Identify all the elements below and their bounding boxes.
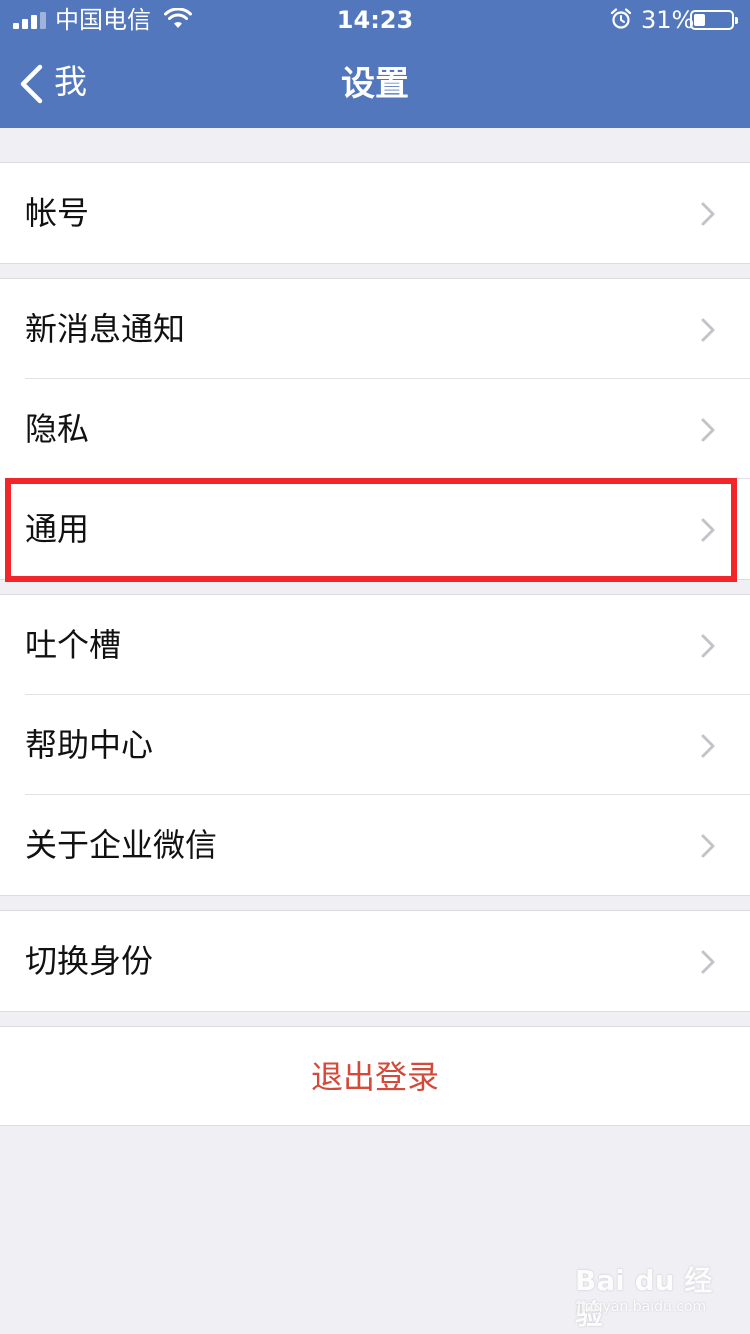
battery-level xyxy=(694,14,705,26)
settings-item-about[interactable]: 关于企业微信 xyxy=(0,795,750,895)
logout-button[interactable]: 退出登录 xyxy=(0,1026,750,1126)
logout-label: 退出登录 xyxy=(310,1058,439,1096)
settings-item-privacy[interactable]: 隐私 xyxy=(0,379,750,479)
settings-item-label: 关于企业微信 xyxy=(25,826,218,864)
settings-item-help-center[interactable]: 帮助中心 xyxy=(0,695,750,795)
chevron-right-icon xyxy=(701,318,715,342)
chevron-right-icon xyxy=(701,634,715,658)
battery-icon xyxy=(690,10,738,30)
settings-item-label: 通用 xyxy=(25,510,90,548)
settings-item-switch-identity[interactable]: 切换身份 xyxy=(0,911,750,1011)
chevron-right-icon xyxy=(701,518,715,542)
settings-group-support: 吐个槽 帮助中心 关于企业微信 xyxy=(0,594,750,896)
settings-item-general[interactable]: 通用 xyxy=(0,479,750,579)
settings-item-label: 吐个槽 xyxy=(25,626,122,664)
settings-item-label: 帮助中心 xyxy=(25,726,154,764)
chevron-right-icon xyxy=(701,202,715,226)
settings-item-notifications[interactable]: 新消息通知 xyxy=(0,279,750,379)
chevron-right-icon xyxy=(701,418,715,442)
watermark-subtext: jingyan.baidu.com xyxy=(577,1299,707,1315)
settings-group-identity: 切换身份 xyxy=(0,910,750,1012)
settings-group-account: 帐号 xyxy=(0,162,750,264)
alarm-icon xyxy=(610,8,632,29)
settings-item-label: 切换身份 xyxy=(25,942,154,980)
settings-group-preferences: 新消息通知 隐私 通用 xyxy=(0,278,750,580)
battery-percent: 31% xyxy=(641,6,695,34)
settings-item-label: 隐私 xyxy=(25,410,90,448)
chevron-right-icon xyxy=(701,834,715,858)
chevron-right-icon xyxy=(701,950,715,974)
status-time: 14:23 xyxy=(336,6,414,34)
settings-item-account[interactable]: 帐号 xyxy=(0,163,750,263)
chevron-right-icon xyxy=(701,734,715,758)
baidu-watermark: Bai du 经验 jingyan.baidu.com xyxy=(575,1262,725,1331)
settings-item-label: 帐号 xyxy=(25,194,90,232)
settings-item-label: 新消息通知 xyxy=(25,310,186,348)
status-bar: 中国电信 14:23 31% xyxy=(0,0,750,40)
nav-bar: 我 设置 xyxy=(0,40,750,128)
settings-item-feedback[interactable]: 吐个槽 xyxy=(0,595,750,695)
page-title: 设置 xyxy=(341,64,409,104)
